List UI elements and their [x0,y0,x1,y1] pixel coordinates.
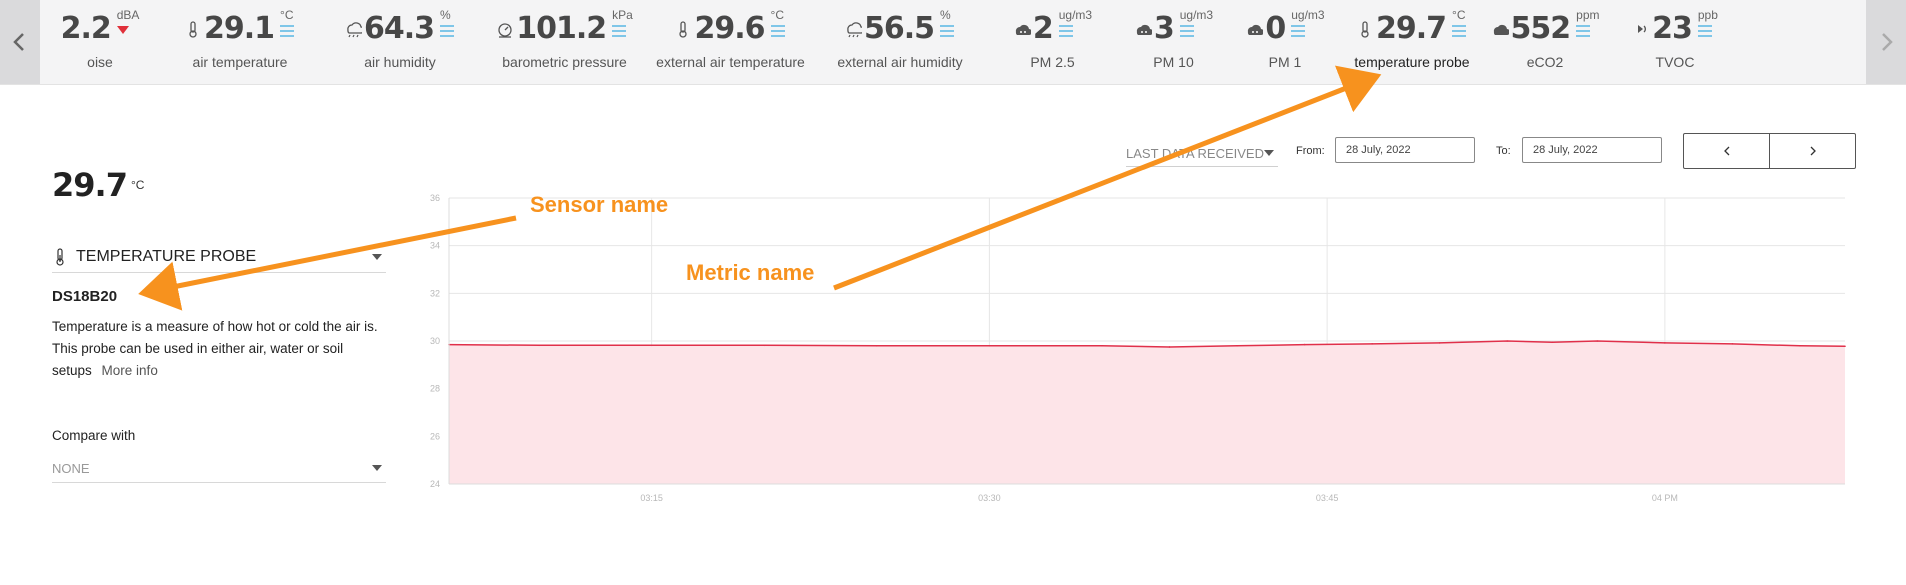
sensor-name-annotation: Sensor name [530,192,669,217]
metric-name-annotation: Metric name [686,260,815,285]
metric-name-arrow [833,65,1382,291]
annotation-arrows [138,65,1382,311]
sensor-name-arrow [138,215,517,311]
